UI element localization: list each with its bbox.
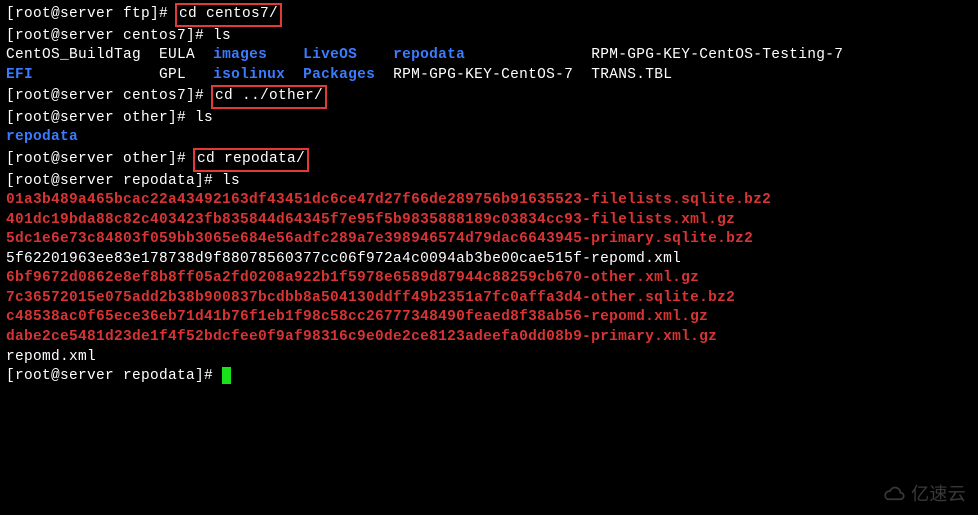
prompt-line-other-cd: [root@server other]# cd repodata/ (6, 148, 972, 172)
prompt-line-ftp-cd: [root@server ftp]# cd centos7/ (6, 3, 972, 27)
file-entry: CentOS_BuildTag (6, 47, 141, 63)
file-entry: repomd.xml (6, 348, 972, 368)
dir-entry: repodata (393, 47, 465, 63)
highlighted-command: cd centos7/ (175, 3, 282, 27)
prompt-line-current[interactable]: [root@server repodata]# (6, 367, 972, 387)
dir-entry: Packages (303, 67, 375, 83)
file-entry: dabe2ce5481d23de1f4f52bdcfee0f9af98316c9… (6, 328, 972, 348)
shell-prompt: [root@server other]# (6, 110, 195, 126)
shell-prompt: [root@server other]# (6, 151, 195, 167)
shell-prompt: [root@server repodata]# (6, 173, 222, 189)
file-entry: EULA (159, 47, 195, 63)
dir-entry: EFI (6, 67, 33, 83)
prompt-line-repodata-ls: [root@server repodata]# ls (6, 172, 972, 192)
cmd-text: ls (213, 28, 231, 44)
watermark: 亿速云 (881, 483, 966, 509)
file-entry: c48538ac0f65ece36eb71d41b76f1eb1f98c58cc… (6, 308, 972, 328)
file-entry: 01a3b489a465bcac22a43492163df43451dc6ce4… (6, 191, 972, 211)
file-entry: 6bf9672d0862e8ef8b8ff05a2fd0208a922b1f59… (6, 269, 972, 289)
dir-entry: images (213, 47, 267, 63)
ls-output-row: repodata (6, 128, 972, 148)
cmd-text: cd centos7/ (179, 6, 278, 22)
cloud-icon (881, 483, 907, 509)
dir-entry: isolinux (213, 67, 285, 83)
cmd-text: ls (195, 110, 213, 126)
file-entry: TRANS.TBL (591, 67, 672, 83)
shell-prompt: [root@server repodata]# (6, 368, 222, 384)
file-entry: RPM-GPG-KEY-CentOS-7 (393, 67, 573, 83)
prompt-line-centos7-cd: [root@server centos7]# cd ../other/ (6, 85, 972, 109)
file-entry: 5f62201963ee83e178738d9f88078560377cc06f… (6, 250, 972, 270)
shell-prompt: [root@server centos7]# (6, 28, 213, 44)
cmd-text: cd repodata/ (197, 151, 305, 167)
dir-entry: LiveOS (303, 47, 357, 63)
file-entry: 7c36572015e075add2b38b900837bcdbb8a50413… (6, 289, 972, 309)
file-entry: 5dc1e6e73c84803f059bb3065e684e56adfc289a… (6, 230, 972, 250)
dir-entry: repodata (6, 129, 78, 145)
file-entry: GPL (159, 67, 186, 83)
file-entry: RPM-GPG-KEY-CentOS-Testing-7 (591, 47, 843, 63)
shell-prompt: [root@server centos7]# (6, 88, 213, 104)
cursor-icon (222, 367, 231, 384)
prompt-line-other-ls: [root@server other]# ls (6, 109, 972, 129)
watermark-text: 亿速云 (911, 484, 966, 508)
highlighted-command: cd repodata/ (193, 148, 309, 172)
ls-output-row: CentOS_BuildTag EULA images LiveOS repod… (6, 46, 972, 66)
cmd-text: cd ../other/ (215, 88, 323, 104)
ls-output-row: EFI GPL isolinux Packages RPM-GPG-KEY-Ce… (6, 66, 972, 86)
prompt-line-centos7-ls: [root@server centos7]# ls (6, 27, 972, 47)
highlighted-command: cd ../other/ (211, 85, 327, 109)
shell-prompt: [root@server ftp]# (6, 6, 177, 22)
cmd-text: ls (222, 173, 240, 189)
file-entry: 401dc19bda88c82c403423fb835844d64345f7e9… (6, 211, 972, 231)
